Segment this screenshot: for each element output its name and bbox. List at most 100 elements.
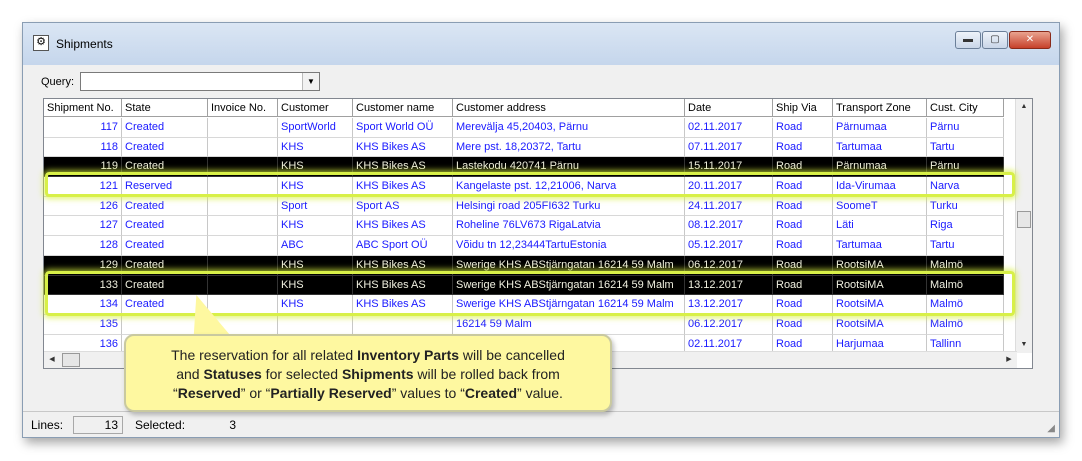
cell-zone: Tartumaa	[833, 137, 927, 158]
cell-zone: RootsiMA	[833, 314, 927, 335]
scroll-right-icon[interactable]: ▶	[1001, 352, 1017, 368]
cell-zone: SoomeT	[833, 196, 927, 217]
lines-count: 13	[73, 416, 123, 434]
cell-via: Road	[773, 177, 833, 197]
cell-state: Created	[122, 157, 208, 178]
selected-count: 3	[229, 418, 236, 432]
cell-invoice	[208, 137, 278, 158]
minimize-icon[interactable]: ▬	[955, 31, 981, 49]
cell-invoice	[208, 216, 278, 237]
cell-date: 15.11.2017	[685, 157, 773, 178]
cell-date: 20.11.2017	[685, 177, 773, 197]
cell-address: Mere pst. 18,20372, Tartu	[453, 137, 685, 158]
cell-via: Road	[773, 216, 833, 237]
cell-invoice	[208, 157, 278, 178]
cell-date: 08.12.2017	[685, 216, 773, 237]
table-row[interactable]: 126 Created Sport Sport AS Helsingi road 205…	[44, 196, 1004, 217]
cell-no: 133	[44, 275, 122, 296]
cell-customer: KHS	[278, 157, 353, 178]
table-row[interactable]: 127 Created KHS KHS Bikes AS Roheline 76LV67…	[44, 216, 1004, 237]
cell-date: 06.12.2017	[685, 255, 773, 276]
close-icon[interactable]: ✕	[1009, 31, 1051, 49]
scroll-up-icon[interactable]: ▲	[1016, 99, 1032, 115]
window-title: Shipments	[56, 37, 113, 51]
cell-customer: Sport	[278, 196, 353, 217]
table-row[interactable]: 128 Created ABC ABC Sport OÜ Võidu tn 12,234…	[44, 236, 1004, 256]
cell-name: KHS Bikes AS	[353, 295, 453, 315]
cell-city: Pärnu	[927, 118, 1004, 138]
scroll-down-icon[interactable]: ▼	[1016, 337, 1032, 353]
table-row[interactable]: 129 Created KHS KHS Bikes AS Swerige KHS ABS…	[44, 255, 1004, 276]
cell-no: 134	[44, 295, 122, 315]
cell-zone: Läti	[833, 216, 927, 237]
cell-no: 129	[44, 255, 122, 276]
column-header[interactable]: Ship Via	[773, 99, 833, 117]
cell-via: Road	[773, 118, 833, 138]
column-header[interactable]: Customer	[278, 99, 353, 117]
cell-city: Malmö	[927, 275, 1004, 296]
cell-customer: KHS	[278, 255, 353, 276]
vertical-scroll-thumb[interactable]	[1017, 211, 1031, 228]
cell-zone: RootsiMA	[833, 295, 927, 315]
cell-address: Swerige KHS ABStjärngatan 16214 59 Malm	[453, 275, 685, 296]
cell-state: Created	[122, 196, 208, 217]
cell-name: KHS Bikes AS	[353, 216, 453, 237]
cell-date: 24.11.2017	[685, 196, 773, 217]
column-header[interactable]: Invoice No.	[208, 99, 278, 117]
cell-city: Malmö	[927, 255, 1004, 276]
app-icon[interactable]: ⚙	[33, 35, 49, 51]
callout-line-1: The reservation for all related Inventor…	[171, 347, 565, 363]
cell-zone: RootsiMA	[833, 275, 927, 296]
resize-grip-icon[interactable]: ◢	[1047, 423, 1055, 434]
cell-city: Pärnu	[927, 157, 1004, 178]
horizontal-scroll-thumb[interactable]	[62, 353, 80, 367]
cell-date: 07.11.2017	[685, 137, 773, 158]
cell-no: 117	[44, 118, 122, 138]
table-row[interactable]: 119 Created KHS KHS Bikes AS Lastekodu 42074…	[44, 157, 1004, 178]
column-header[interactable]: Customer name	[353, 99, 453, 117]
column-header[interactable]: Customer address	[453, 99, 685, 117]
cell-no: 119	[44, 157, 122, 178]
cell-name: KHS Bikes AS	[353, 275, 453, 296]
cell-city: Narva	[927, 177, 1004, 197]
cell-zone: Pärnumaa	[833, 118, 927, 138]
cell-date: 13.12.2017	[685, 295, 773, 315]
column-header[interactable]: Shipment No.	[44, 99, 122, 117]
column-header[interactable]: Cust. City	[927, 99, 1004, 117]
cell-city: Tartu	[927, 236, 1004, 256]
cell-state: Created	[122, 118, 208, 138]
cell-name: ABC Sport OÜ	[353, 236, 453, 256]
table-row[interactable]: 118 Created KHS KHS Bikes AS Mere pst. 18,20…	[44, 137, 1004, 158]
table-row[interactable]: 133 Created KHS KHS Bikes AS Swerige KHS ABS…	[44, 275, 1004, 296]
cell-address: Swerige KHS ABStjärngatan 16214 59 Malm	[453, 295, 685, 315]
scroll-left-icon[interactable]: ◀	[44, 352, 60, 368]
maximize-icon[interactable]: ▢	[982, 31, 1008, 49]
cell-state: Reserved	[122, 177, 208, 197]
cell-customer: KHS	[278, 177, 353, 197]
column-header[interactable]: Transport Zone	[833, 99, 927, 117]
cell-date: 06.12.2017	[685, 314, 773, 335]
title-bar[interactable]: ⚙ Shipments ▬ ▢ ✕	[23, 23, 1059, 65]
column-header[interactable]: Date	[685, 99, 773, 117]
table-row[interactable]: 117 Created SportWorld Sport World OÜ Merevä…	[44, 118, 1004, 138]
cell-customer: KHS	[278, 295, 353, 315]
query-label: Query:	[41, 75, 75, 88]
cell-address: Swerige KHS ABStjärngatan 16214 59 Malm	[453, 255, 685, 276]
cell-via: Road	[773, 295, 833, 315]
cell-zone: Ida-Virumaa	[833, 177, 927, 197]
query-select[interactable]: ▼	[80, 72, 321, 91]
cell-name: KHS Bikes AS	[353, 255, 453, 276]
cell-via: Road	[773, 236, 833, 256]
cell-city: Riga	[927, 216, 1004, 237]
column-header[interactable]: State	[122, 99, 208, 117]
vertical-scrollbar[interactable]: ▲ ▼	[1015, 99, 1032, 353]
cell-date: 02.11.2017	[685, 118, 773, 138]
cell-name: Sport World OÜ	[353, 118, 453, 138]
dropdown-arrow-icon[interactable]: ▼	[302, 73, 320, 90]
cell-no: 135	[44, 314, 122, 335]
cell-invoice	[208, 118, 278, 138]
cell-via: Road	[773, 255, 833, 276]
cell-name: KHS Bikes AS	[353, 177, 453, 197]
cell-name: KHS Bikes AS	[353, 137, 453, 158]
table-row[interactable]: 121 Reserved KHS KHS Bikes AS Kangelaste pst…	[44, 177, 1004, 197]
